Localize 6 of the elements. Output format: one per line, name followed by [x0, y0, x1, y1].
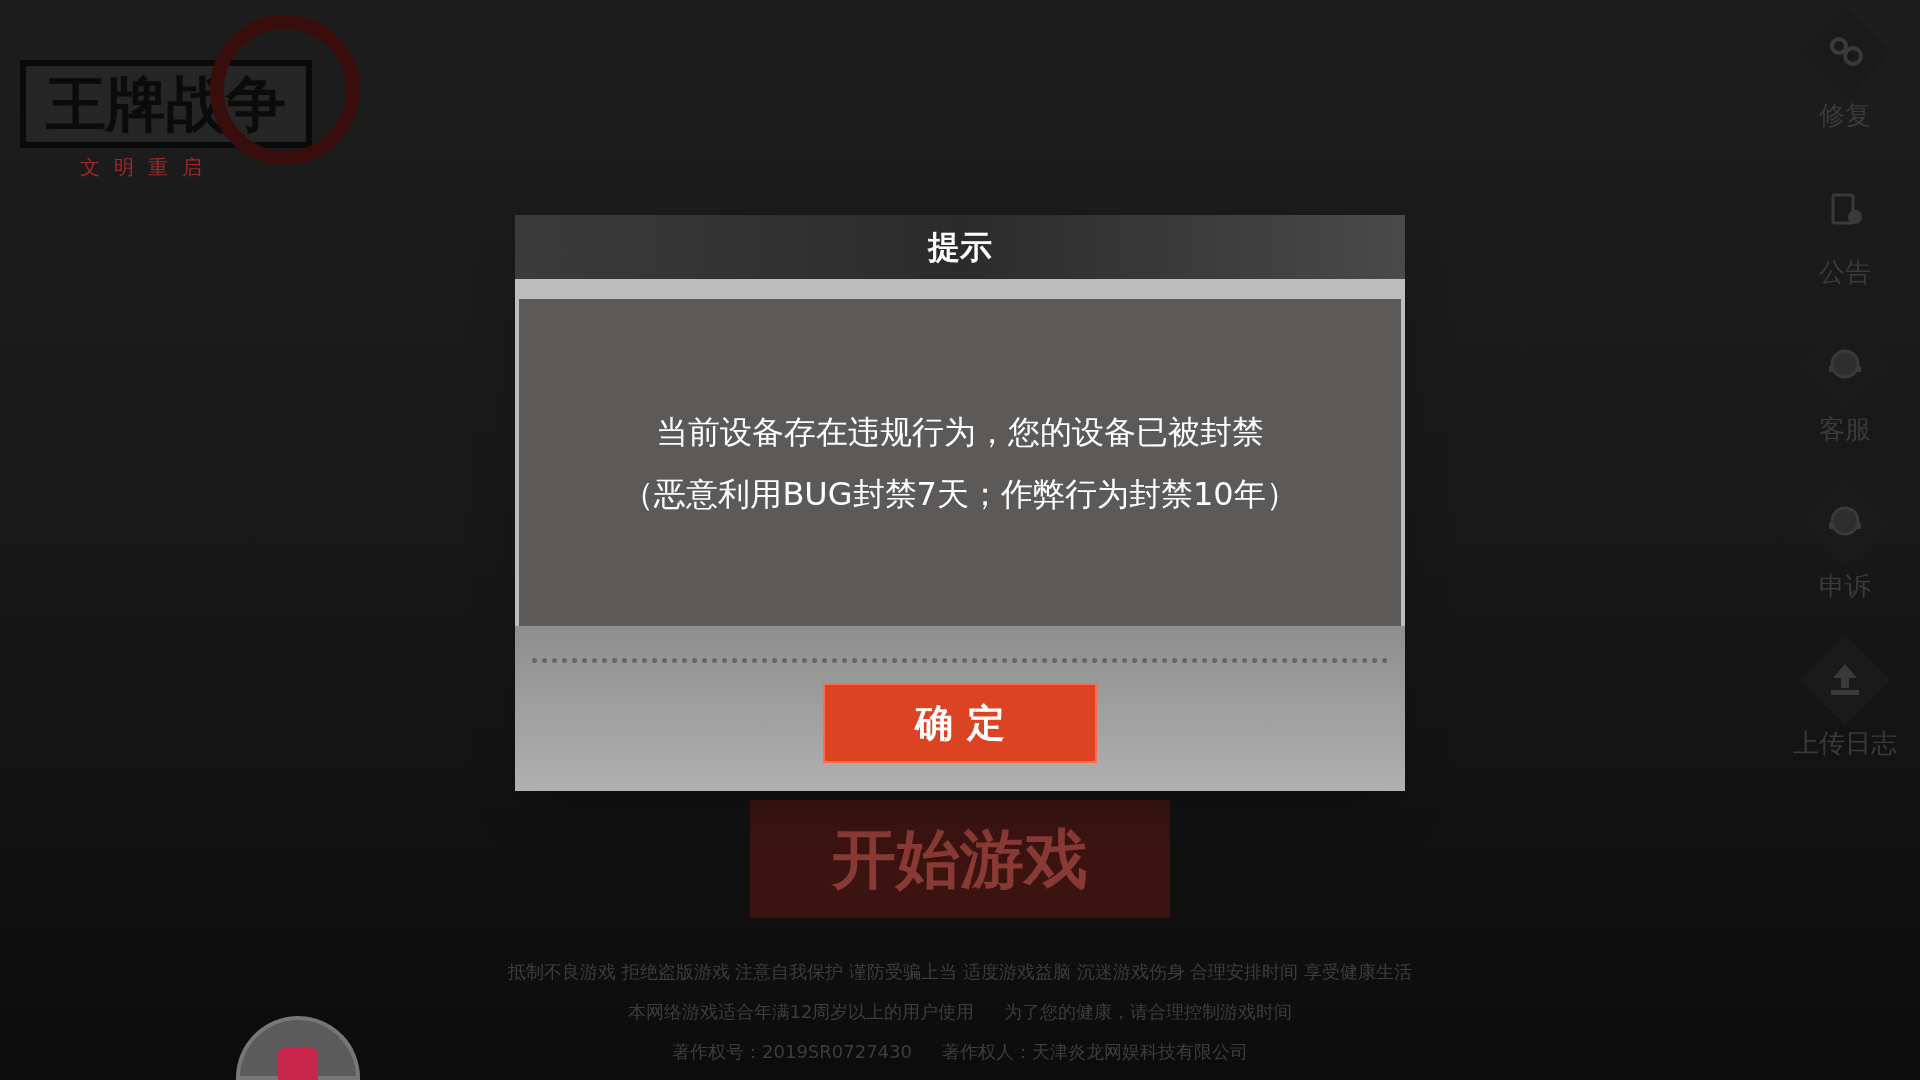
dialog-title: 提示: [928, 227, 992, 268]
confirm-button[interactable]: 确 定: [823, 683, 1097, 763]
game-logo-subtitle: 文明重启: [80, 154, 216, 181]
start-game-button[interactable]: 开始游戏: [750, 800, 1170, 918]
dialog-message: （恶意利用BUG封禁7天；作弊行为封禁10年）: [622, 473, 1298, 515]
dialog-message: 当前设备存在违规行为，您的设备已被封禁: [656, 411, 1264, 453]
